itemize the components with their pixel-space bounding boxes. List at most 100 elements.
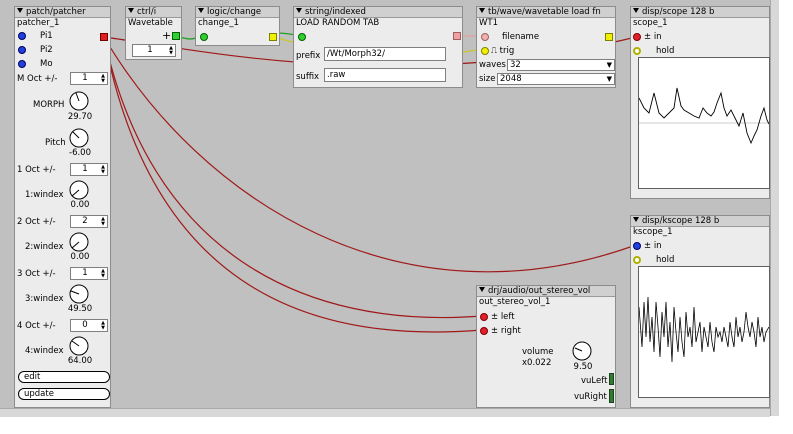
instance-name: kscope_1 — [633, 227, 673, 237]
object-header[interactable]: ctrl/i — [126, 7, 181, 18]
outlet-bool[interactable] — [269, 33, 277, 41]
outlet-pink[interactable] — [453, 32, 461, 40]
octave-spinner[interactable]: 0 ▲ ▼ — [70, 319, 108, 332]
instance-name: change_1 — [198, 18, 239, 28]
suffix-field[interactable]: .raw — [324, 68, 446, 82]
collapse-triangle-icon[interactable] — [296, 8, 302, 13]
inlet-left[interactable] — [480, 313, 488, 321]
instance-name: patcher_1 — [17, 18, 60, 28]
prefix-label: prefix — [296, 51, 321, 61]
patcher-object[interactable]: patch/patcher patcher_1 Pi1 Pi2 Mo M Oct… — [14, 6, 111, 408]
object-header[interactable]: disp/scope 128 b — [631, 7, 769, 18]
octave-spinner[interactable]: 1 ▲ ▼ — [70, 163, 108, 176]
instance-name: out_stereo_vol_1 — [479, 297, 551, 307]
volume-value: 9.50 — [573, 362, 593, 372]
filename-label: filename — [502, 32, 540, 42]
windex-knob[interactable] — [69, 336, 89, 356]
knob-label: MORPH — [33, 100, 65, 110]
in-label: ± in — [644, 241, 662, 251]
object-header[interactable]: drj/audio/out_stereo_vol — [477, 286, 615, 297]
octave-spinner[interactable]: 1 ▲ ▼ — [70, 72, 108, 85]
inlet-control[interactable] — [633, 242, 641, 250]
inlet-index[interactable] — [298, 33, 306, 41]
knob-value: 0.00 — [70, 252, 90, 262]
update-button[interactable]: update — [18, 388, 110, 400]
instance-name: scope_1 — [633, 18, 668, 28]
out-stereo-object[interactable]: drj/audio/out_stereo_vol out_stereo_vol_… — [476, 285, 616, 408]
inlet-pi2[interactable] — [18, 46, 26, 54]
hold-inlet[interactable] — [633, 47, 641, 55]
knob-value: 49.50 — [67, 304, 93, 314]
knob-label: 1:windex — [25, 190, 64, 200]
knob-label: 4:windex — [25, 346, 64, 356]
instance-name: Wavetable — [128, 18, 173, 28]
octave-label: 4 Oct +/- — [17, 321, 56, 331]
collapse-triangle-icon[interactable] — [17, 8, 23, 13]
collapse-triangle-icon[interactable] — [479, 287, 485, 292]
volume-knob[interactable] — [572, 341, 592, 361]
hold-inlet[interactable] — [633, 256, 641, 264]
left-label: ± left — [491, 312, 515, 322]
inlet-filename[interactable] — [481, 33, 489, 41]
object-header[interactable]: disp/kscope 128 b — [631, 216, 769, 227]
vuleft-label: vuLeft — [581, 376, 608, 386]
vertical-scrollbar[interactable] — [770, 0, 779, 416]
collapse-triangle-icon[interactable] — [198, 8, 204, 13]
plus-label: + — [162, 29, 172, 42]
patch-canvas[interactable]: patch/patcher patcher_1 Pi1 Pi2 Mo M Oct… — [0, 0, 770, 408]
trig-label: ⎍ trig — [491, 46, 515, 56]
inlet-trig[interactable] — [481, 47, 489, 55]
inlet-mo[interactable] — [18, 60, 26, 68]
scope-display — [638, 57, 770, 189]
inlet-label: Pi2 — [40, 45, 53, 55]
vu-left-meter — [609, 373, 614, 385]
collapse-triangle-icon[interactable] — [633, 217, 639, 222]
right-label: ± right — [491, 326, 521, 336]
collapse-triangle-icon[interactable] — [128, 8, 134, 13]
windex-knob[interactable] — [69, 180, 89, 200]
waves-select[interactable]: 32 ▼ — [507, 59, 615, 71]
size-select[interactable]: 2048 ▼ — [497, 73, 615, 85]
object-header[interactable]: string/indexed — [294, 7, 462, 18]
kscope-display — [638, 266, 770, 398]
hold-label: hold — [656, 255, 675, 265]
string-indexed-object[interactable]: string/indexed LOAD RANDOM TAB prefix /W… — [293, 6, 463, 88]
prefix-field[interactable]: /Wt/Morph32/ — [324, 47, 446, 61]
size-label: size — [479, 74, 496, 84]
suffix-label: suffix — [296, 72, 320, 82]
horizontal-scrollbar[interactable] — [0, 408, 770, 417]
inlet-int[interactable] — [200, 33, 208, 41]
octave-spinner[interactable]: 1 ▲ ▼ — [70, 267, 108, 280]
vu-right-meter — [609, 389, 614, 403]
kscope-object[interactable]: disp/kscope 128 b kscope_1 ± in hold — [630, 215, 770, 408]
outlet-audio[interactable] — [100, 33, 108, 41]
inlet-label: Mo — [40, 59, 53, 69]
wavetable-load-object[interactable]: tb/wave/wavetable load fn WT1 filename ⎍… — [453, 6, 616, 88]
inlet-right[interactable] — [480, 327, 488, 335]
ctrl-object[interactable]: ctrl/i Wavetable + 1 ▲ ▼ — [125, 6, 182, 60]
object-header[interactable]: patch/patcher — [15, 7, 110, 18]
object-header[interactable]: logic/change — [196, 7, 279, 18]
octave-spinner[interactable]: 2 ▲ ▼ — [70, 215, 108, 228]
windex-knob[interactable] — [69, 232, 89, 252]
collapse-triangle-icon[interactable] — [633, 8, 639, 13]
object-header[interactable]: tb/wave/wavetable load fn — [477, 7, 615, 18]
pitch-knob[interactable] — [69, 128, 89, 148]
inlet-audio[interactable] — [633, 33, 641, 41]
hold-label: hold — [656, 46, 675, 56]
vuright-label: vuRight — [574, 392, 607, 402]
scope-object[interactable]: disp/scope 128 b scope_1 ± in hold — [630, 6, 770, 199]
inlet-label: Pi1 — [40, 31, 53, 41]
edit-button[interactable]: edit — [18, 371, 110, 383]
windex-knob[interactable] — [69, 284, 89, 304]
inlet-pi1[interactable] — [18, 32, 26, 40]
collapse-triangle-icon[interactable] — [479, 8, 485, 13]
knob-value: 0.00 — [70, 200, 90, 210]
knob-value: -6.00 — [69, 148, 91, 158]
volume-label: volume — [522, 347, 554, 357]
outlet-yellow[interactable] — [605, 33, 613, 41]
value-spinner[interactable]: 1 ▲ ▼ — [132, 44, 176, 57]
morph-knob[interactable] — [69, 91, 89, 111]
outlet-int[interactable] — [172, 32, 180, 40]
logic-change-object[interactable]: logic/change change_1 — [195, 6, 280, 46]
